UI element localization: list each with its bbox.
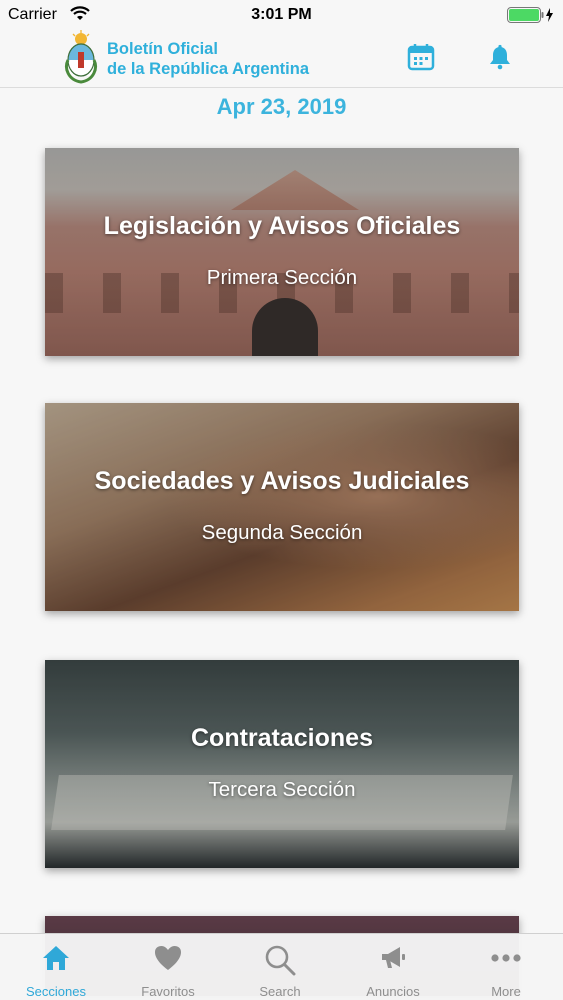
coat-of-arms-logo bbox=[62, 30, 100, 89]
tab-favoritos[interactable]: Favoritos bbox=[112, 934, 224, 1000]
home-icon bbox=[41, 944, 71, 977]
section-title: Legislación y Avisos Oficiales bbox=[103, 212, 461, 240]
tab-secciones[interactable]: Secciones bbox=[0, 934, 112, 1000]
section-card-primera[interactable]: Legislación y Avisos Oficiales Primera S… bbox=[45, 148, 519, 356]
section-card-tercera[interactable]: Contrataciones Tercera Sección bbox=[45, 660, 519, 868]
megaphone-icon bbox=[378, 944, 408, 977]
tab-label: More bbox=[491, 984, 521, 999]
section-subtitle: Primera Sección bbox=[206, 266, 358, 289]
search-icon bbox=[264, 944, 296, 981]
heart-icon bbox=[153, 944, 183, 977]
tab-label: Favoritos bbox=[141, 984, 195, 999]
tab-more[interactable]: More bbox=[450, 934, 562, 1000]
tab-label: Anuncios bbox=[366, 984, 420, 999]
tab-anuncios[interactable]: Anuncios bbox=[337, 934, 449, 1000]
calendar-button[interactable] bbox=[406, 42, 436, 72]
tab-label: Secciones bbox=[26, 984, 86, 999]
section-subtitle: Tercera Sección bbox=[208, 778, 356, 801]
tab-label: Search bbox=[259, 984, 301, 999]
status-bar: Carrier 3:01 PM bbox=[0, 0, 563, 30]
brand-title-line-2: de la República Argentina bbox=[107, 60, 310, 78]
tab-search[interactable]: Search bbox=[224, 934, 336, 1000]
publication-date[interactable]: Apr 23, 2019 bbox=[0, 94, 563, 120]
tab-bar: Secciones Favoritos Search Anuncios More bbox=[0, 933, 563, 1000]
calendar-icon bbox=[406, 44, 436, 76]
brand-title-line-1: Boletín Oficial bbox=[107, 40, 218, 58]
section-title: Contrataciones bbox=[191, 724, 373, 752]
section-subtitle: Segunda Sección bbox=[201, 521, 363, 544]
app-header: Boletín Oficial de la República Argentin… bbox=[0, 30, 563, 88]
section-card-segunda[interactable]: Sociedades y Avisos Judiciales Segunda S… bbox=[45, 403, 519, 611]
section-title: Sociedades y Avisos Judiciales bbox=[94, 467, 470, 495]
battery-charging-icon bbox=[507, 7, 555, 28]
notifications-button[interactable] bbox=[487, 44, 513, 70]
bell-icon bbox=[487, 44, 513, 74]
status-time: 3:01 PM bbox=[251, 6, 312, 23]
more-icon bbox=[489, 944, 523, 977]
